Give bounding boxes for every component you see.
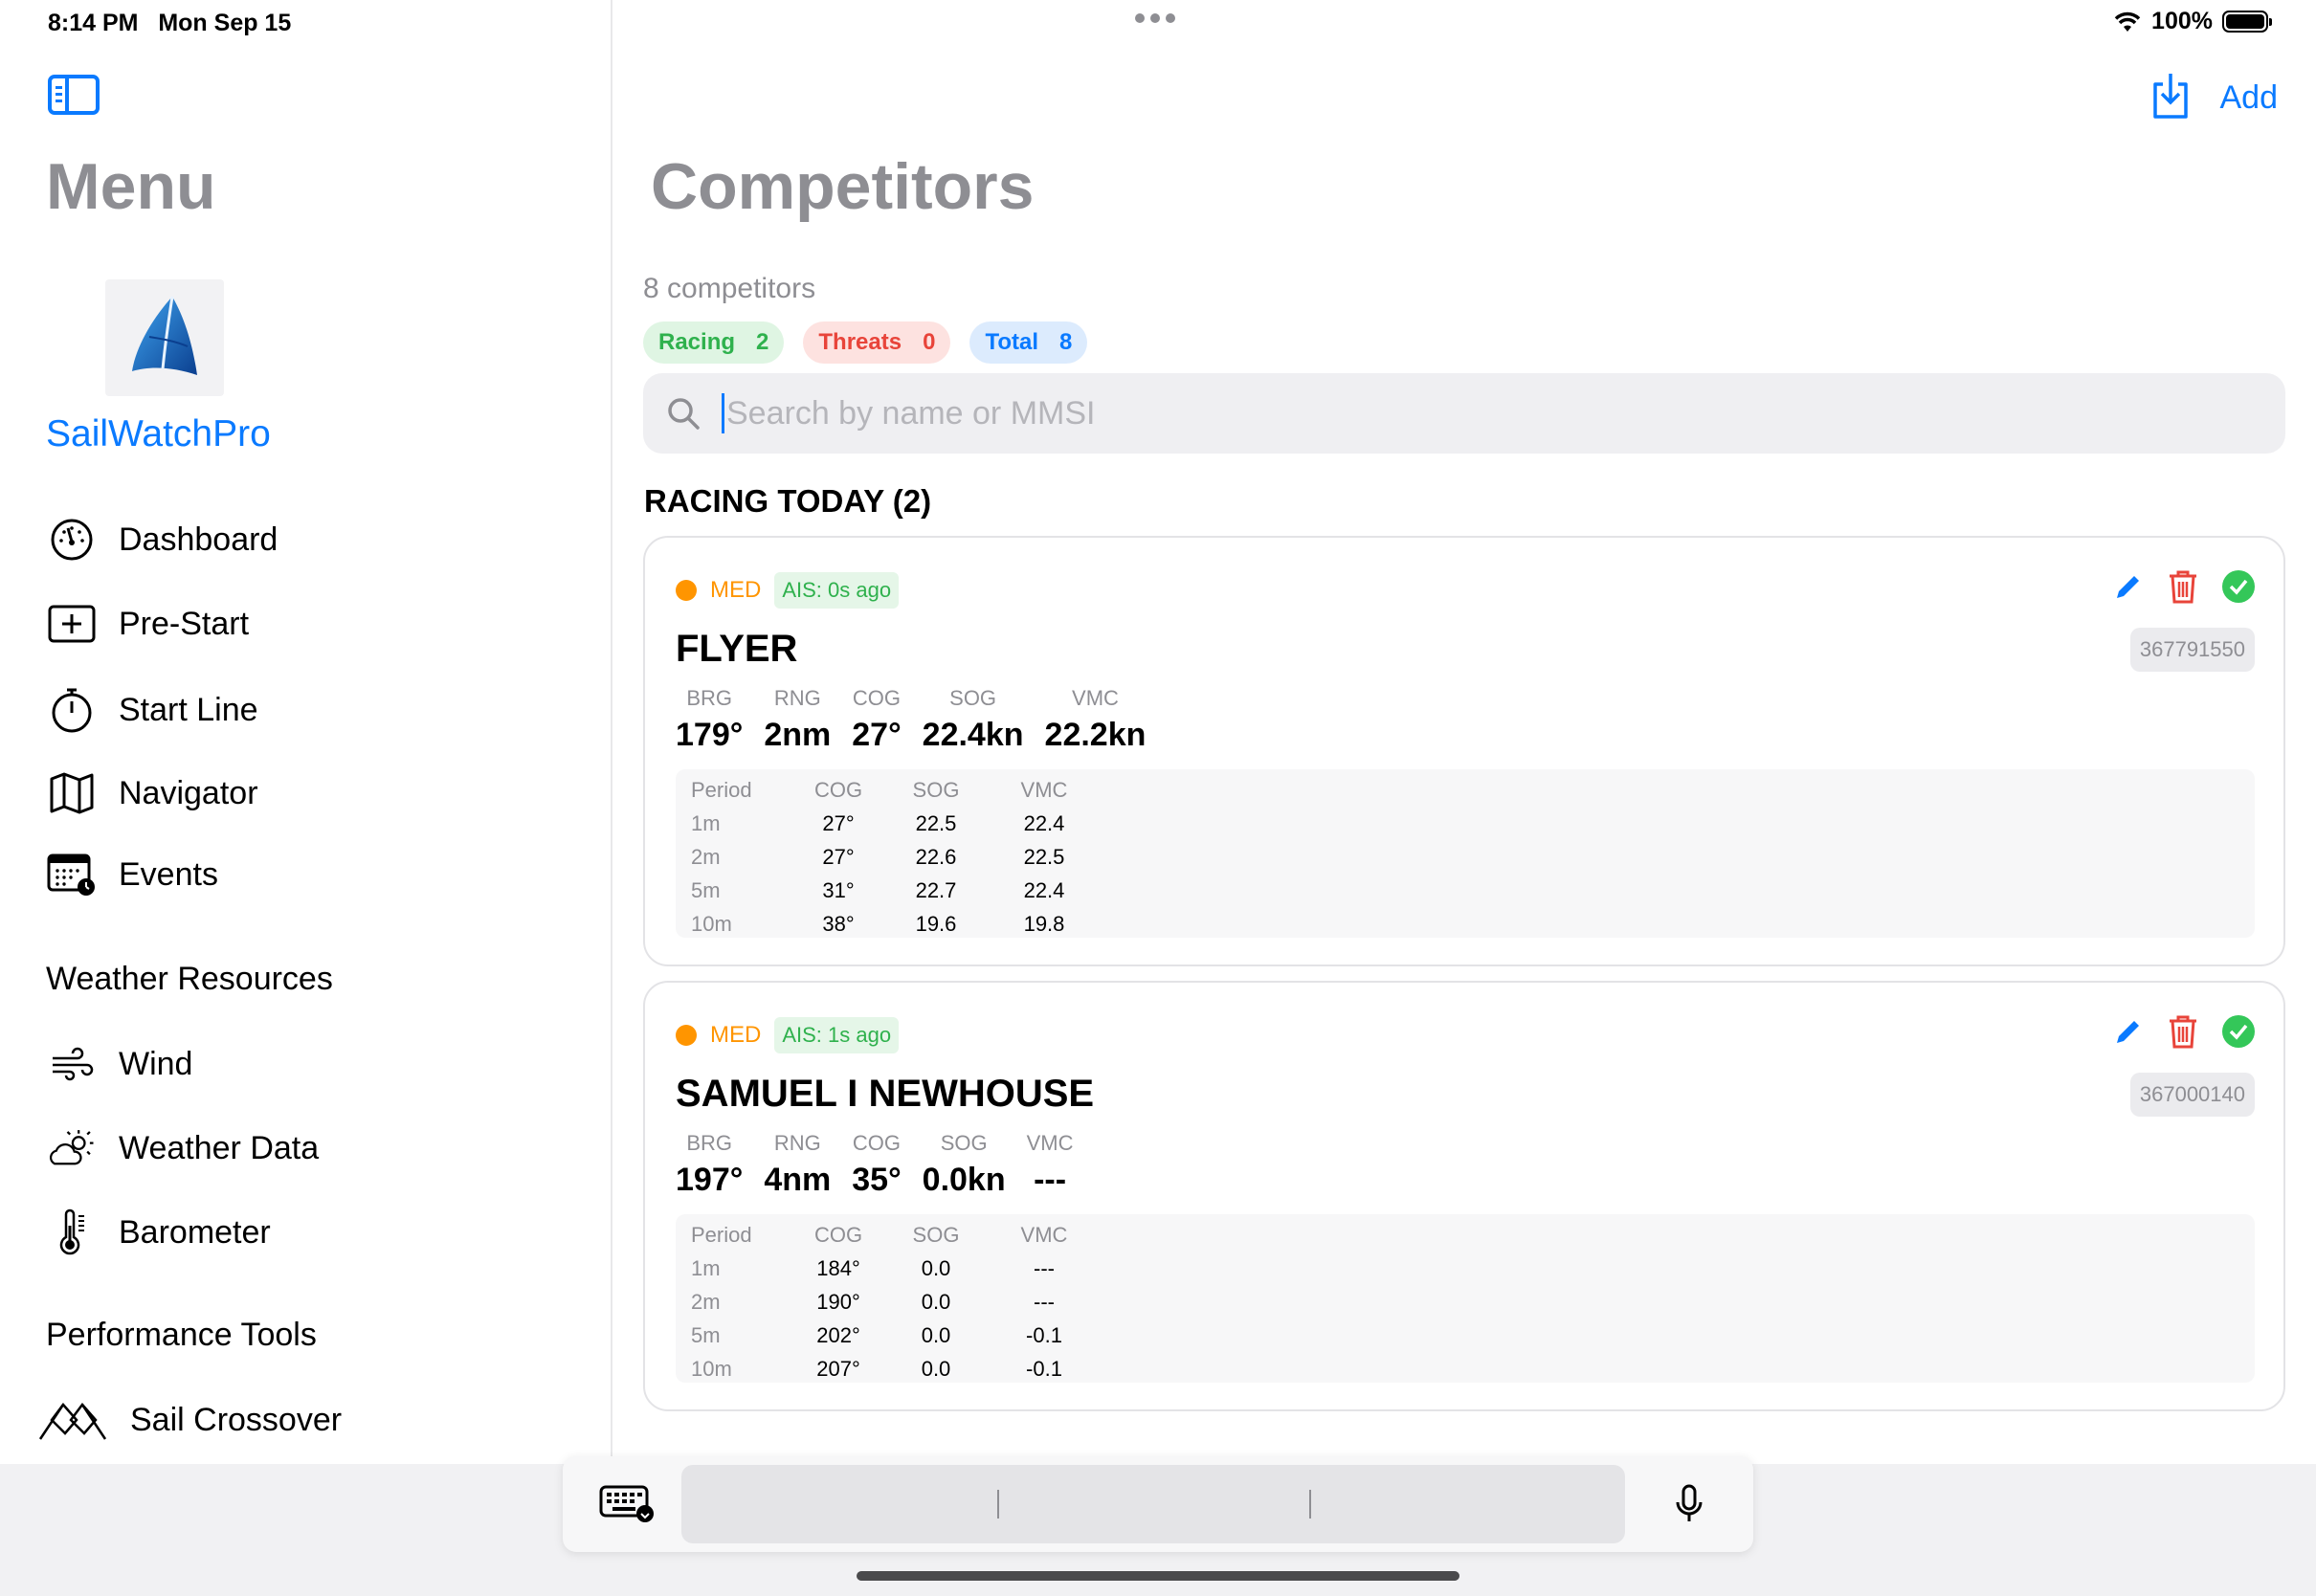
status-right: 100%: [2113, 8, 2272, 35]
text-cursor: [722, 393, 724, 433]
battery-percent: 100%: [2151, 8, 2213, 34]
stat-cog: COG 27°: [852, 686, 902, 753]
sidebar: Menu SailWatchPro Dashboard Pre-Start St…: [0, 0, 612, 1464]
sidebar-item-start-line[interactable]: Start Line: [46, 681, 258, 739]
multitasking-dots-icon[interactable]: [1135, 13, 1175, 23]
checkmark-icon[interactable]: [2222, 570, 2255, 608]
sidebar-item-label: Sail Crossover: [130, 1401, 343, 1438]
search-bar[interactable]: [643, 373, 2285, 454]
sidebar-item-label: Navigator: [119, 774, 258, 811]
search-input[interactable]: [726, 394, 2162, 432]
section-weather-resources: Weather Resources: [46, 961, 333, 997]
sidebar-item-pre-start[interactable]: Pre-Start: [46, 595, 249, 653]
vessel-name: SAMUEL I NEWHOUSE: [676, 1073, 1095, 1115]
search-icon: [668, 398, 700, 430]
edit-icon[interactable]: [2113, 571, 2144, 607]
battery-icon: [2222, 11, 2272, 33]
mmsi-badge: 367000140: [2129, 1073, 2255, 1117]
sidebar-item-events[interactable]: Events: [46, 846, 218, 903]
gauge-icon: [46, 514, 98, 565]
wind-icon: [46, 1038, 98, 1090]
app-logo: [105, 279, 224, 396]
sidebar-item-label: Pre-Start: [119, 605, 250, 642]
sidebar-item-weather-data[interactable]: Weather Data: [46, 1119, 319, 1177]
competitor-card[interactable]: MED AIS: 0s ago FLYER 367791550 BRG 179° …: [643, 536, 2285, 966]
stat-sog: SOG 0.0kn: [922, 1131, 1006, 1198]
nav-stats: BRG 179° RNG 2nm COG 27° SOG 22.4kn VMC 22.2k…: [676, 686, 1146, 754]
keyboard-shortcut-bar: [563, 1456, 1753, 1552]
edit-icon[interactable]: [2113, 1016, 2144, 1052]
chip-total[interactable]: Total 8: [969, 321, 1088, 364]
thermometer-icon: [46, 1207, 98, 1258]
threat-level-dot: [676, 580, 697, 601]
chip-threats[interactable]: Threats 0: [803, 321, 951, 364]
threat-level: MED: [710, 1022, 762, 1048]
stat-vmc: VMC ---: [1026, 1131, 1074, 1198]
stopwatch-icon: [46, 684, 98, 736]
stat-rng: RNG 2nm: [764, 686, 832, 753]
period-table: Period COG SOG VMC 1m 27° 22.5 22.4 2m 27° 22.6 2…: [676, 769, 2255, 938]
trash-icon[interactable]: [2167, 568, 2199, 610]
home-indicator[interactable]: [857, 1571, 1459, 1581]
sidebar-item-label: Barometer: [119, 1213, 271, 1251]
app-name: SailWatchPro: [46, 413, 271, 454]
predictive-text-bar[interactable]: [681, 1465, 1625, 1543]
sidebar-item-sail-crossover[interactable]: Sail Crossover: [36, 1391, 342, 1449]
period-table: Period COG SOG VMC 1m 184° 0.0 --- 2m 190° 0.0 --…: [676, 1214, 2255, 1383]
mmsi-badge: 367791550: [2129, 628, 2255, 672]
flags-icon: [36, 1394, 109, 1446]
page-title: Competitors: [651, 150, 1035, 223]
stat-sog: SOG 22.4kn: [922, 686, 1024, 753]
stat-brg: BRG 197°: [676, 1131, 744, 1198]
calendar-clock-icon: [46, 849, 98, 900]
sidebar-item-label: Weather Data: [119, 1129, 320, 1166]
sidebar-item-label: Start Line: [119, 691, 258, 728]
vessel-name: FLYER: [676, 628, 798, 670]
add-button[interactable]: Add: [2220, 79, 2279, 117]
plus-square-icon: [46, 598, 98, 650]
sidebar-title: Menu: [46, 150, 216, 223]
sidebar-item-wind[interactable]: Wind: [46, 1035, 192, 1093]
sidebar-toggle-icon[interactable]: [48, 75, 100, 115]
stat-brg: BRG 179°: [676, 686, 744, 753]
nav-stats: BRG 197° RNG 4nm COG 35° SOG 0.0kn VMC ---: [676, 1131, 1074, 1199]
sidebar-item-label: Wind: [119, 1045, 193, 1082]
map-icon: [46, 767, 98, 819]
stat-rng: RNG 4nm: [764, 1131, 832, 1198]
sun-cloud-icon: [46, 1122, 98, 1174]
stat-cog: COG 35°: [852, 1131, 902, 1198]
ais-badge: AIS: 0s ago: [774, 572, 900, 609]
trash-icon[interactable]: [2167, 1013, 2199, 1054]
sidebar-item-dashboard[interactable]: Dashboard: [46, 511, 278, 568]
import-icon[interactable]: [2149, 71, 2192, 125]
checkmark-icon[interactable]: [2222, 1015, 2255, 1053]
threat-level-dot: [676, 1025, 697, 1046]
threat-level: MED: [710, 577, 762, 603]
competitor-card[interactable]: MED AIS: 1s ago SAMUEL I NEWHOUSE 367000…: [643, 981, 2285, 1411]
chip-racing[interactable]: Racing 2: [643, 321, 785, 364]
wifi-icon: [2114, 11, 2141, 32]
sidebar-item-label: Events: [119, 855, 218, 893]
sidebar-item-navigator[interactable]: Navigator: [46, 765, 258, 822]
sidebar-item-barometer[interactable]: Barometer: [46, 1204, 271, 1261]
sidebar-item-label: Dashboard: [119, 521, 278, 558]
section-performance-tools: Performance Tools: [46, 1317, 317, 1353]
stat-vmc: VMC 22.2kn: [1044, 686, 1147, 753]
keyboard-icon[interactable]: [599, 1485, 655, 1528]
ais-badge: AIS: 1s ago: [774, 1017, 900, 1053]
competitor-count: 8 competitors: [643, 273, 816, 304]
section-racing-today: RACING TODAY (2): [644, 483, 932, 519]
toolbar: Add: [2149, 71, 2279, 125]
microphone-icon[interactable]: [1673, 1483, 1705, 1530]
filter-chips: Racing 2 Threats 0 Total 8: [643, 321, 1088, 364]
